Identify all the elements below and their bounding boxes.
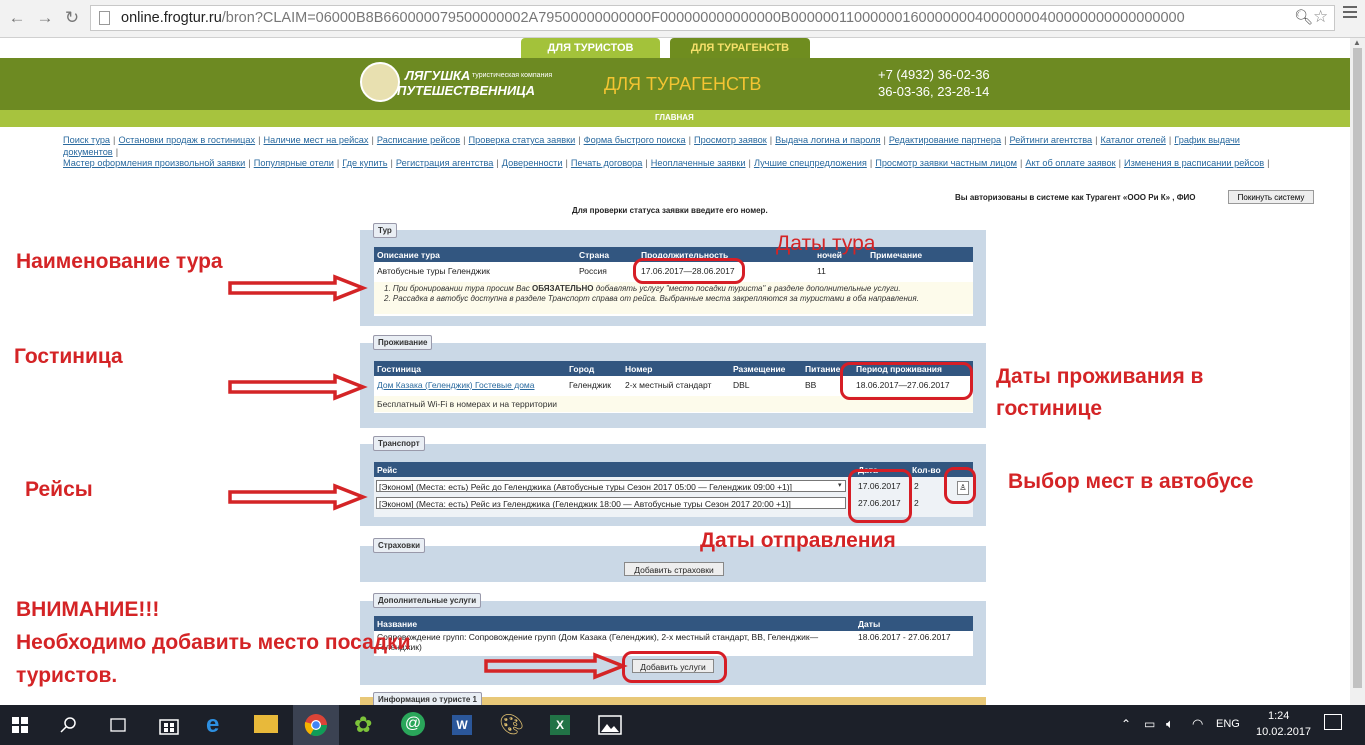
battery-icon[interactable]: ▭ [1144, 717, 1155, 731]
windows-taskbar: e ✿ @ W 🎨︎ X ⌃ ▭ 🔈︎ ◠ ENG 1:24 10.02.201… [0, 705, 1365, 745]
file-explorer-icon[interactable] [254, 715, 278, 733]
annotation-bus-seats: Выбор мест в автобусе [1008, 470, 1254, 493]
tray-chevron-icon[interactable]: ⌃ [1121, 717, 1131, 731]
annotation-arrows [228, 274, 628, 680]
arrow-tour-name [228, 274, 368, 302]
word-icon[interactable]: W [452, 715, 472, 735]
excel-icon[interactable]: X [550, 715, 570, 735]
annotation-warning-1: ВНИМАНИЕ!!! [16, 598, 160, 621]
annotation-warning-2: Необходимо добавить место посадки [16, 631, 411, 654]
volume-icon[interactable]: 🔈︎ [1166, 716, 1174, 732]
arrow-flights [228, 483, 368, 511]
annotation-hotel-dates-1: Даты проживания в [996, 365, 1204, 388]
arrow-add-services [484, 652, 628, 680]
edge-icon[interactable]: e [206, 713, 230, 737]
chrome-icon[interactable] [304, 713, 328, 737]
annotation-tour-name: Наименование тура [16, 250, 223, 273]
task-view-icon[interactable] [108, 717, 132, 741]
wifi-icon[interactable]: ◠ [1192, 716, 1203, 732]
icq-icon[interactable]: ✿ [354, 713, 378, 737]
annotation-tour-dates: Даты тура [776, 232, 876, 255]
oval-add-services [622, 651, 727, 683]
windows-start-icon[interactable] [12, 717, 36, 741]
annotation-hotel: Гостиница [14, 345, 123, 368]
paint-icon[interactable]: 🎨︎ [499, 713, 524, 737]
clock-time[interactable]: 1:24 [1268, 710, 1289, 722]
oval-stay-dates [840, 362, 973, 400]
clock-date[interactable]: 10.02.2017 [1256, 726, 1311, 738]
annotation-warning-3: туристов. [16, 664, 118, 687]
oval-departure-dates [848, 469, 912, 523]
search-icon[interactable] [60, 716, 84, 740]
agent-icon[interactable]: @ [401, 712, 425, 736]
language-indicator[interactable]: ENG [1216, 718, 1240, 730]
photos-icon[interactable] [598, 715, 622, 739]
oval-tour-dates [633, 258, 745, 284]
store-icon[interactable] [158, 714, 182, 738]
annotation-departure-dates: Даты отправления [700, 529, 896, 552]
annotation-flights: Рейсы [25, 478, 93, 501]
oval-bus-seats [944, 467, 976, 504]
annotation-hotel-dates-2: гостинице [996, 397, 1103, 420]
arrow-hotel [228, 373, 368, 401]
notifications-icon[interactable] [1324, 714, 1342, 730]
